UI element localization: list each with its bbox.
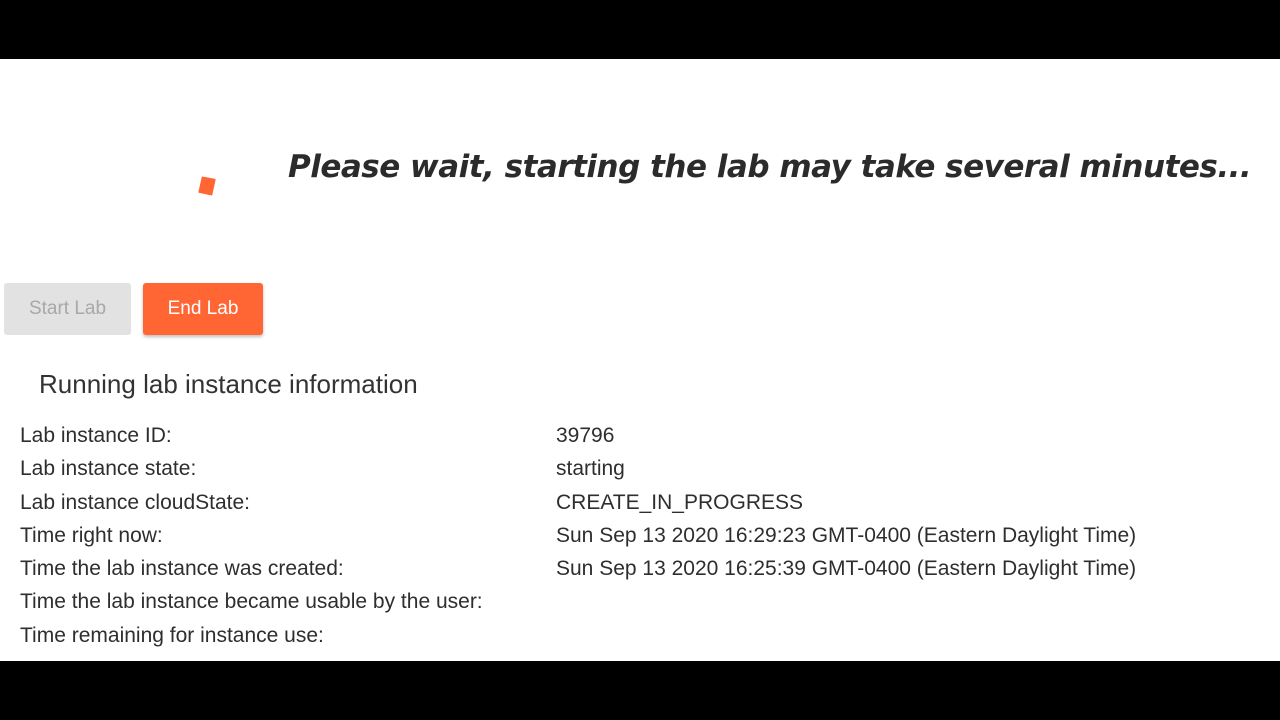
- info-label: Time the lab instance was created:: [20, 557, 344, 581]
- start-lab-button[interactable]: Start Lab: [4, 283, 131, 335]
- info-label: Lab instance state:: [20, 457, 197, 481]
- info-row-time-now: Time right now: Sun Sep 13 2020 16:29:23…: [20, 524, 1260, 557]
- info-row-time-remaining: Time remaining for instance use:: [20, 624, 1260, 657]
- info-label: Time remaining for instance use:: [20, 623, 324, 647]
- wait-message: Please wait, starting the lab may take s…: [288, 149, 1252, 185]
- info-value: CREATE_IN_PROGRESS: [556, 490, 804, 514]
- info-row-time-usable: Time the lab instance became usable by t…: [20, 590, 1260, 623]
- info-row-cloud-state: Lab instance cloudState: CREATE_IN_PROGR…: [20, 491, 1260, 524]
- letterbox-bottom: [0, 661, 1280, 720]
- end-lab-button[interactable]: End Lab: [143, 283, 263, 335]
- info-label: Time the lab instance became usable by t…: [20, 590, 483, 614]
- loading-spinner-icon: [198, 176, 216, 196]
- info-value: starting: [556, 457, 625, 481]
- lab-page: Please wait, starting the lab may take s…: [0, 59, 1280, 661]
- instance-info-table: Lab instance ID: 39796 Lab instance stat…: [20, 424, 1260, 657]
- instance-info-title: Running lab instance information: [39, 369, 418, 399]
- info-label: Lab instance cloudState:: [20, 490, 250, 514]
- info-value: 39796: [556, 424, 615, 447]
- info-value: Sun Sep 13 2020 16:25:39 GMT-0400 (Easte…: [556, 557, 1137, 581]
- info-row-instance-state: Lab instance state: starting: [20, 457, 1260, 490]
- info-label: Lab instance ID:: [20, 424, 172, 447]
- letterbox-top: [0, 0, 1280, 59]
- info-label: Time right now:: [20, 523, 163, 547]
- info-row-time-created: Time the lab instance was created: Sun S…: [20, 557, 1260, 590]
- info-value: Sun Sep 13 2020 16:29:23 GMT-0400 (Easte…: [556, 523, 1137, 547]
- info-row-instance-id: Lab instance ID: 39796: [20, 424, 1260, 457]
